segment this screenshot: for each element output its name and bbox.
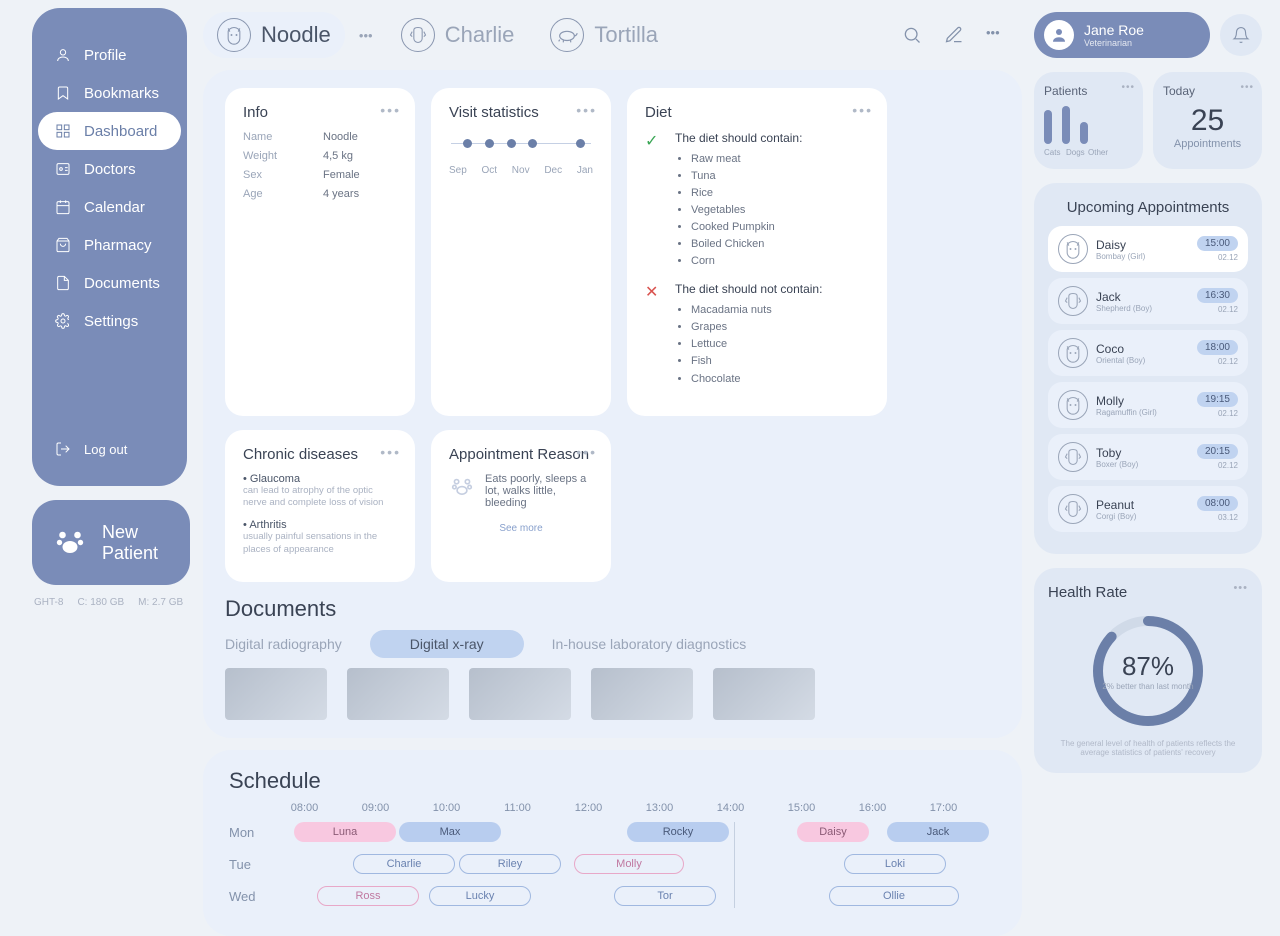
schedule-slot[interactable]: Ollie <box>829 886 959 906</box>
schedule-title: Schedule <box>229 768 996 794</box>
see-more-link[interactable]: See more <box>449 523 593 534</box>
schedule-slot[interactable]: Max <box>399 822 501 842</box>
appointment-item[interactable]: PeanutCorgi (Boy)08:0003.12 <box>1048 486 1248 532</box>
visits-card: Visit statistics••• SepOctNovDecJan <box>431 88 611 416</box>
health-more[interactable]: ••• <box>1233 582 1248 594</box>
schedule-slot[interactable]: Ross <box>317 886 419 906</box>
documents-section: Documents Digital radiography Digital x-r… <box>225 596 1000 720</box>
schedule-slot[interactable]: Riley <box>459 854 561 874</box>
cat-icon <box>1058 234 1088 264</box>
sidebar-item-documents[interactable]: Documents <box>32 264 187 302</box>
appointment-item[interactable]: DaisyBombay (Girl)15:0002.12 <box>1048 226 1248 272</box>
sidebar-item-doctors[interactable]: Doctors <box>32 150 187 188</box>
bookmark-icon <box>54 84 72 102</box>
file-icon <box>54 274 72 292</box>
gear-icon <box>54 312 72 330</box>
patient-tab-tortilla[interactable]: Tortilla <box>536 12 672 58</box>
reason-more[interactable]: ••• <box>576 444 597 460</box>
edit-icon[interactable] <box>944 25 964 45</box>
visits-more[interactable]: ••• <box>576 102 597 118</box>
cat-icon <box>1058 390 1088 420</box>
paw-outline-icon <box>449 473 475 499</box>
xray-thumb[interactable] <box>347 668 449 720</box>
appointment-item[interactable]: CocoOriental (Boy)18:0002.12 <box>1048 330 1248 376</box>
sidebar-item-dashboard[interactable]: Dashboard <box>38 112 181 150</box>
grid-icon <box>54 122 72 140</box>
health-rate-panel: Health Rate ••• 87%2% better than last m… <box>1034 568 1262 773</box>
xray-thumb[interactable] <box>713 668 815 720</box>
appointment-item[interactable]: JackShepherd (Boy)16:3002.12 <box>1048 278 1248 324</box>
cat-icon <box>1058 338 1088 368</box>
logout-button[interactable]: Log out <box>32 430 187 468</box>
xray-thumb[interactable] <box>469 668 571 720</box>
schedule-panel: Schedule 08:0009:0010:0011:0012:0013:001… <box>203 750 1022 936</box>
info-more[interactable]: ••• <box>380 102 401 118</box>
turtle-icon <box>550 18 584 52</box>
chronic-card: Chronic diseases••• Glaucomacan lead to … <box>225 430 415 582</box>
logout-label: Log out <box>84 442 127 457</box>
avatar-icon <box>1044 20 1074 50</box>
bag-icon <box>54 236 72 254</box>
reason-card: Appointment Reason••• Eats poorly, sleep… <box>431 430 611 582</box>
sidebar-item-pharmacy[interactable]: Pharmacy <box>32 226 187 264</box>
xray-thumb[interactable] <box>591 668 693 720</box>
paw-icon <box>52 523 88 562</box>
schedule-slot[interactable]: Luna <box>294 822 396 842</box>
today-stat: Today••• 25 Appointments <box>1153 72 1262 169</box>
xray-thumb[interactable] <box>225 668 327 720</box>
schedule-slot[interactable]: Rocky <box>627 822 729 842</box>
appointment-item[interactable]: MollyRagamuffin (Girl)19:1502.12 <box>1048 382 1248 428</box>
dog-icon <box>401 18 435 52</box>
sidebar-item-settings[interactable]: Settings <box>32 302 187 340</box>
notifications-button[interactable] <box>1220 14 1262 56</box>
x-icon: ✕ <box>645 282 661 387</box>
patient-tab-charlie[interactable]: Charlie <box>387 12 529 58</box>
dog-icon <box>1058 286 1088 316</box>
doc-tab[interactable]: In-house laboratory diagnostics <box>552 636 747 652</box>
user-icon <box>54 46 72 64</box>
info-card: Info••• NameNoodleWeight4,5 kgSexFemaleA… <box>225 88 415 416</box>
logout-icon <box>54 440 72 458</box>
user-menu[interactable]: Jane RoeVeterinarian <box>1034 12 1210 58</box>
sidebar-item-bookmarks[interactable]: Bookmarks <box>32 74 187 112</box>
check-icon: ✓ <box>645 131 661 270</box>
cat-icon <box>217 18 251 52</box>
schedule-slot[interactable]: Lucky <box>429 886 531 906</box>
doc-tab[interactable]: Digital x-ray <box>370 630 524 658</box>
schedule-slot[interactable]: Jack <box>887 822 989 842</box>
appointment-item[interactable]: TobyBoxer (Boy)20:1502.12 <box>1048 434 1248 480</box>
patients-more[interactable]: ••• <box>1121 82 1135 93</box>
sidebar-item-calendar[interactable]: Calendar <box>32 188 187 226</box>
storage-info: GHT-8C: 180 GBM: 2.7 GB <box>32 597 187 608</box>
diet-more[interactable]: ••• <box>852 102 873 118</box>
doc-tab[interactable]: Digital radiography <box>225 636 342 652</box>
calendar-icon <box>54 198 72 216</box>
dog-icon <box>1058 442 1088 472</box>
diet-card: Diet••• ✓ The diet should contain:Raw me… <box>627 88 887 416</box>
documents-title: Documents <box>225 596 1000 622</box>
schedule-slot[interactable]: Loki <box>844 854 946 874</box>
sidebar: ProfileBookmarksDashboardDoctorsCalendar… <box>32 8 187 486</box>
more-icon[interactable]: ••• <box>986 25 1006 45</box>
new-patient-button[interactable]: NewPatient <box>32 500 190 585</box>
new-patient-label: NewPatient <box>102 522 158 563</box>
sidebar-item-profile[interactable]: Profile <box>32 36 187 74</box>
tab-more[interactable]: ••• <box>353 22 379 48</box>
patients-stat: Patients••• CatsDogsOther <box>1034 72 1143 169</box>
dog-icon <box>1058 494 1088 524</box>
schedule-slot[interactable]: Tor <box>614 886 716 906</box>
chronic-more[interactable]: ••• <box>380 444 401 460</box>
schedule-slot[interactable]: Molly <box>574 854 684 874</box>
today-more[interactable]: ••• <box>1240 82 1254 93</box>
patient-tab-noodle[interactable]: Noodle <box>203 12 345 58</box>
search-icon[interactable] <box>902 25 922 45</box>
upcoming-panel: Upcoming Appointments DaisyBombay (Girl)… <box>1034 183 1262 554</box>
schedule-slot[interactable]: Daisy <box>797 822 869 842</box>
badge-icon <box>54 160 72 178</box>
schedule-slot[interactable]: Charlie <box>353 854 455 874</box>
patient-tabs: Noodle ••• CharlieTortilla ••• <box>203 12 1022 58</box>
